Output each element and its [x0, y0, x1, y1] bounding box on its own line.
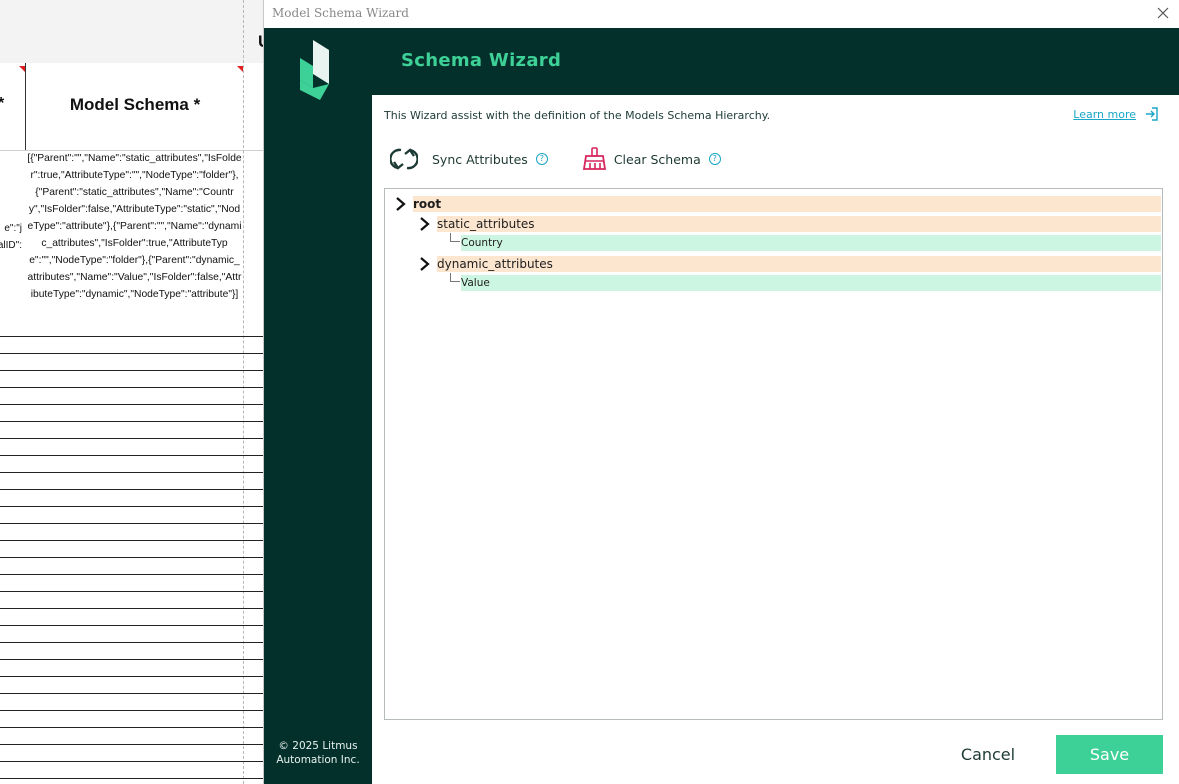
litmus-logo-icon	[300, 40, 329, 100]
tree-node-label: dynamic_attributes	[437, 257, 553, 271]
learn-more-link[interactable]: Learn more	[1073, 107, 1159, 121]
tree-node-label: Country	[461, 237, 503, 249]
clear-schema-button[interactable]: Clear Schema	[582, 147, 701, 171]
sync-attributes-label: Sync Attributes	[432, 151, 528, 167]
tree-connector	[450, 233, 460, 242]
chevron-right-icon[interactable]	[418, 216, 432, 232]
model-schema-cell[interactable]: [{"Parent":"","Name":"static_attributes"…	[27, 150, 242, 303]
save-button[interactable]: Save	[1056, 735, 1163, 774]
schema-tree: root static_attributes Country dynamic_a…	[384, 188, 1163, 720]
schema-wizard-dialog: Model Schema Wizard © 2025 Litmus Automa…	[264, 0, 1179, 784]
tree-connector	[450, 273, 460, 282]
header-model-schema-label: Model Schema *	[69, 95, 201, 114]
tree-node-folder[interactable]: static_attributes	[437, 216, 1161, 232]
cancel-button[interactable]: Cancel	[938, 735, 1038, 773]
copyright-line-2: Automation Inc.	[276, 754, 360, 766]
sync-help-icon[interactable]: ?	[535, 153, 548, 165]
broom-icon	[582, 147, 606, 170]
dialog-content: This Wizard assist with the definition o…	[372, 95, 1179, 784]
dialog-banner: Schema Wizard	[372, 28, 1179, 95]
sheet-header-row: * Model Schema *	[0, 63, 264, 151]
dialog-sidebar: © 2025 Litmus Automation Inc.	[264, 28, 372, 784]
comment-indicator-icon	[19, 66, 25, 72]
tree-node-attribute[interactable]: Country	[461, 235, 1161, 251]
banner-title: Schema Wizard	[401, 50, 562, 71]
enter-arrow-icon	[1146, 107, 1158, 121]
sheet-row-lines	[0, 336, 264, 784]
background-spreadsheet: * Model Schema * U e":"j alID": [{"Paren…	[0, 0, 264, 784]
chevron-right-icon[interactable]	[418, 256, 432, 272]
tree-node-root[interactable]: root	[413, 196, 1161, 212]
sync-attributes-button[interactable]: Sync Attributes	[390, 146, 528, 172]
dialog-titlebar[interactable]: Model Schema Wizard	[264, 0, 1179, 27]
copyright-text: © 2025 Litmus Automation Inc.	[264, 739, 372, 767]
tree-node-label: static_attributes	[437, 217, 535, 231]
sheet-toolbar-area	[0, 0, 264, 63]
tree-node-folder[interactable]: dynamic_attributes	[437, 256, 1161, 272]
header-cell-model-schema[interactable]: Model Schema *	[26, 63, 244, 150]
header-cell-a-label: *	[0, 95, 4, 113]
copyright-line-1: © 2025 Litmus	[278, 740, 358, 752]
tree-node-label: Value	[461, 277, 490, 289]
left-fragment: e":"j	[4, 223, 22, 234]
learn-more-label: Learn more	[1073, 107, 1136, 121]
tree-node-label: root	[413, 197, 442, 211]
close-icon[interactable]	[1153, 3, 1173, 23]
header-cell-a[interactable]: *	[0, 63, 26, 150]
left-fragment: alID":	[0, 240, 22, 251]
window-title: Model Schema Wizard	[272, 6, 409, 20]
clear-schema-label: Clear Schema	[613, 151, 701, 167]
chevron-right-icon[interactable]	[394, 196, 408, 212]
sync-icon	[390, 148, 418, 170]
clear-help-icon[interactable]: ?	[708, 153, 721, 165]
intro-text: This Wizard assist with the definition o…	[384, 109, 771, 122]
tree-node-attribute[interactable]: Value	[461, 275, 1161, 291]
schema-toolbar: Sync Attributes ? Clear Schema ?	[390, 145, 721, 173]
